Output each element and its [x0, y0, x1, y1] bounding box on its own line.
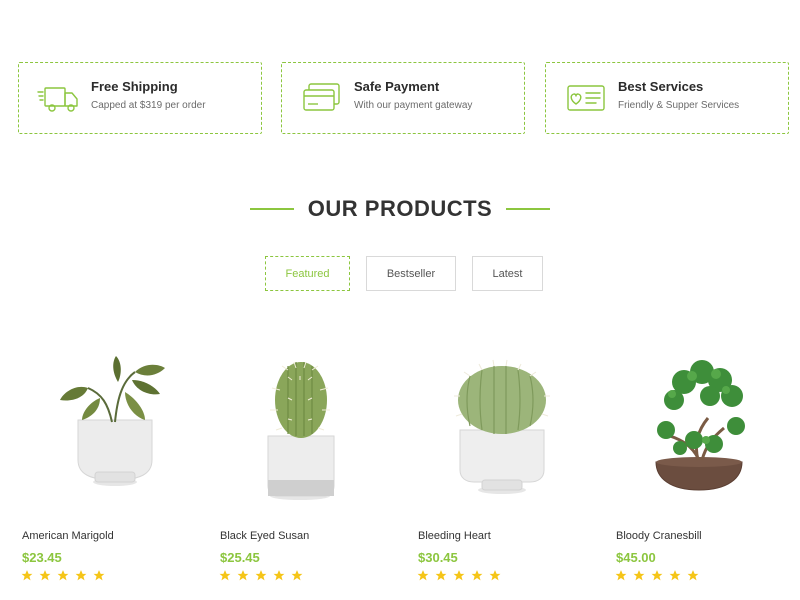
star-icon [633, 570, 645, 581]
star-icon [669, 570, 681, 581]
product-image[interactable] [218, 340, 398, 510]
star-icon [615, 570, 627, 581]
product-image[interactable] [614, 340, 794, 510]
feature-subtitle: With our payment gateway [354, 100, 473, 111]
star-icon [255, 570, 267, 581]
star-icon [435, 570, 447, 581]
feature-free-shipping: Free Shipping Capped at $319 per order [18, 62, 262, 134]
product-price: $23.45 [22, 550, 62, 565]
feature-title: Best Services [618, 79, 704, 94]
star-icon [489, 570, 501, 581]
section-header: OUR PRODUCTS [0, 194, 800, 224]
star-icon [471, 570, 483, 581]
truck-icon [37, 87, 78, 112]
product-name[interactable]: Black Eyed Susan [220, 530, 309, 542]
product-card[interactable]: Bloody Cranesbill $45.00 [614, 340, 794, 590]
product-price: $45.00 [616, 550, 656, 565]
product-card[interactable]: American Marigold $23.45 [20, 340, 200, 590]
features-row: Free Shipping Capped at $319 per order S… [18, 62, 790, 134]
tab-latest[interactable]: Latest [472, 256, 543, 291]
rating-stars [20, 569, 110, 582]
rating-stars [218, 569, 308, 582]
product-image[interactable] [416, 340, 596, 510]
product-card[interactable]: Bleeding Heart $30.45 [416, 340, 596, 590]
product-image[interactable] [20, 340, 200, 510]
product-name[interactable]: American Marigold [22, 530, 114, 542]
product-name[interactable]: Bleeding Heart [418, 530, 491, 542]
product-price: $25.45 [220, 550, 260, 565]
feature-best-services: Best Services Friendly & Supper Services [545, 62, 789, 134]
tab-featured[interactable]: Featured [265, 256, 350, 291]
feature-title: Safe Payment [354, 79, 440, 94]
feature-subtitle: Friendly & Supper Services [618, 100, 740, 111]
feature-title: Free Shipping [91, 79, 178, 94]
star-icon [291, 570, 303, 581]
service-card-icon [567, 85, 605, 111]
section-title: OUR PRODUCTS [307, 196, 493, 221]
product-name[interactable]: Bloody Cranesbill [616, 530, 702, 542]
rating-stars [416, 569, 506, 582]
star-icon [453, 570, 465, 581]
feature-safe-payment: Safe Payment With our payment gateway [281, 62, 525, 134]
title-divider-right [506, 208, 551, 210]
product-tabs: Featured Bestseller Latest [0, 256, 800, 292]
title-divider-left [249, 208, 294, 210]
star-icon [75, 570, 87, 581]
star-icon [219, 570, 231, 581]
product-card[interactable]: Black Eyed Susan $25.45 [218, 340, 398, 590]
star-icon [237, 570, 249, 581]
tab-bestseller[interactable]: Bestseller [366, 256, 456, 291]
star-icon [93, 570, 105, 581]
product-price: $30.45 [418, 550, 458, 565]
feature-subtitle: Capped at $319 per order [91, 100, 206, 111]
star-icon [273, 570, 285, 581]
star-icon [417, 570, 429, 581]
credit-card-icon [303, 83, 340, 111]
star-icon [39, 570, 51, 581]
star-icon [21, 570, 33, 581]
star-icon [687, 570, 699, 581]
star-icon [651, 570, 663, 581]
product-grid: American Marigold $23.45 Black Eyed Susa… [0, 340, 800, 600]
star-icon [57, 570, 69, 581]
rating-stars [614, 569, 704, 582]
